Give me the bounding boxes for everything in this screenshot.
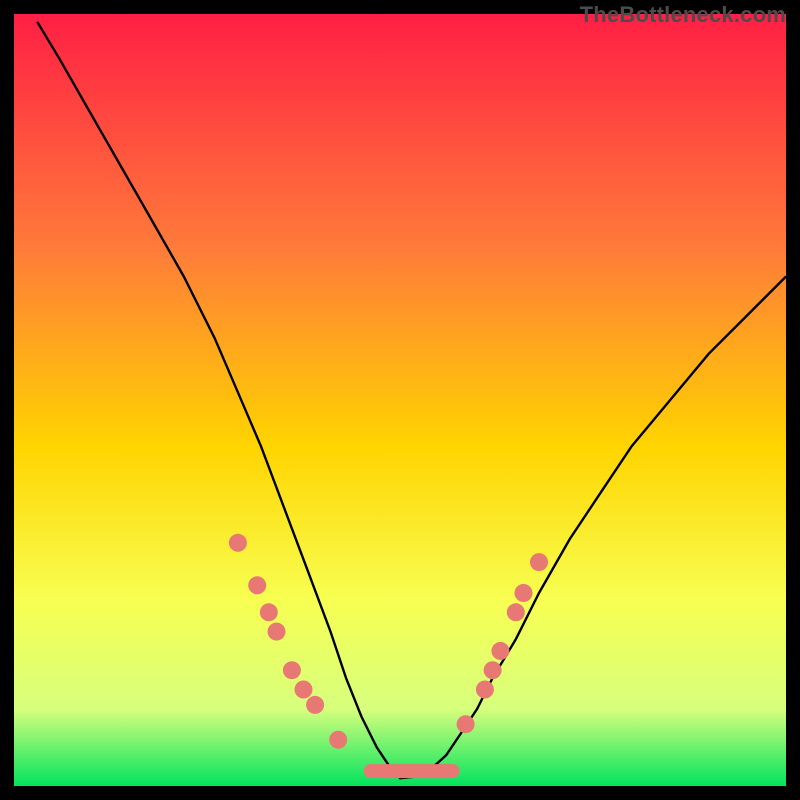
curve-marker (229, 534, 247, 552)
curve-marker (306, 696, 324, 714)
curve-marker (260, 603, 278, 621)
curve-bottom-band (364, 765, 459, 778)
curve-marker (491, 642, 509, 660)
curve-marker (515, 584, 533, 602)
chart-svg (14, 14, 786, 786)
curve-marker (329, 731, 347, 749)
curve-marker (248, 576, 266, 594)
curve-marker (476, 681, 494, 699)
curve-marker (457, 715, 475, 733)
curve-marker (283, 661, 301, 679)
curve-marker (484, 661, 502, 679)
plot-area (14, 14, 786, 786)
watermark-text: TheBottleneck.com (580, 2, 786, 28)
curve-marker (268, 623, 286, 641)
curve-marker (507, 603, 525, 621)
chart-frame: TheBottleneck.com (0, 0, 800, 800)
curve-marker (530, 553, 548, 571)
curve-marker (295, 681, 313, 699)
